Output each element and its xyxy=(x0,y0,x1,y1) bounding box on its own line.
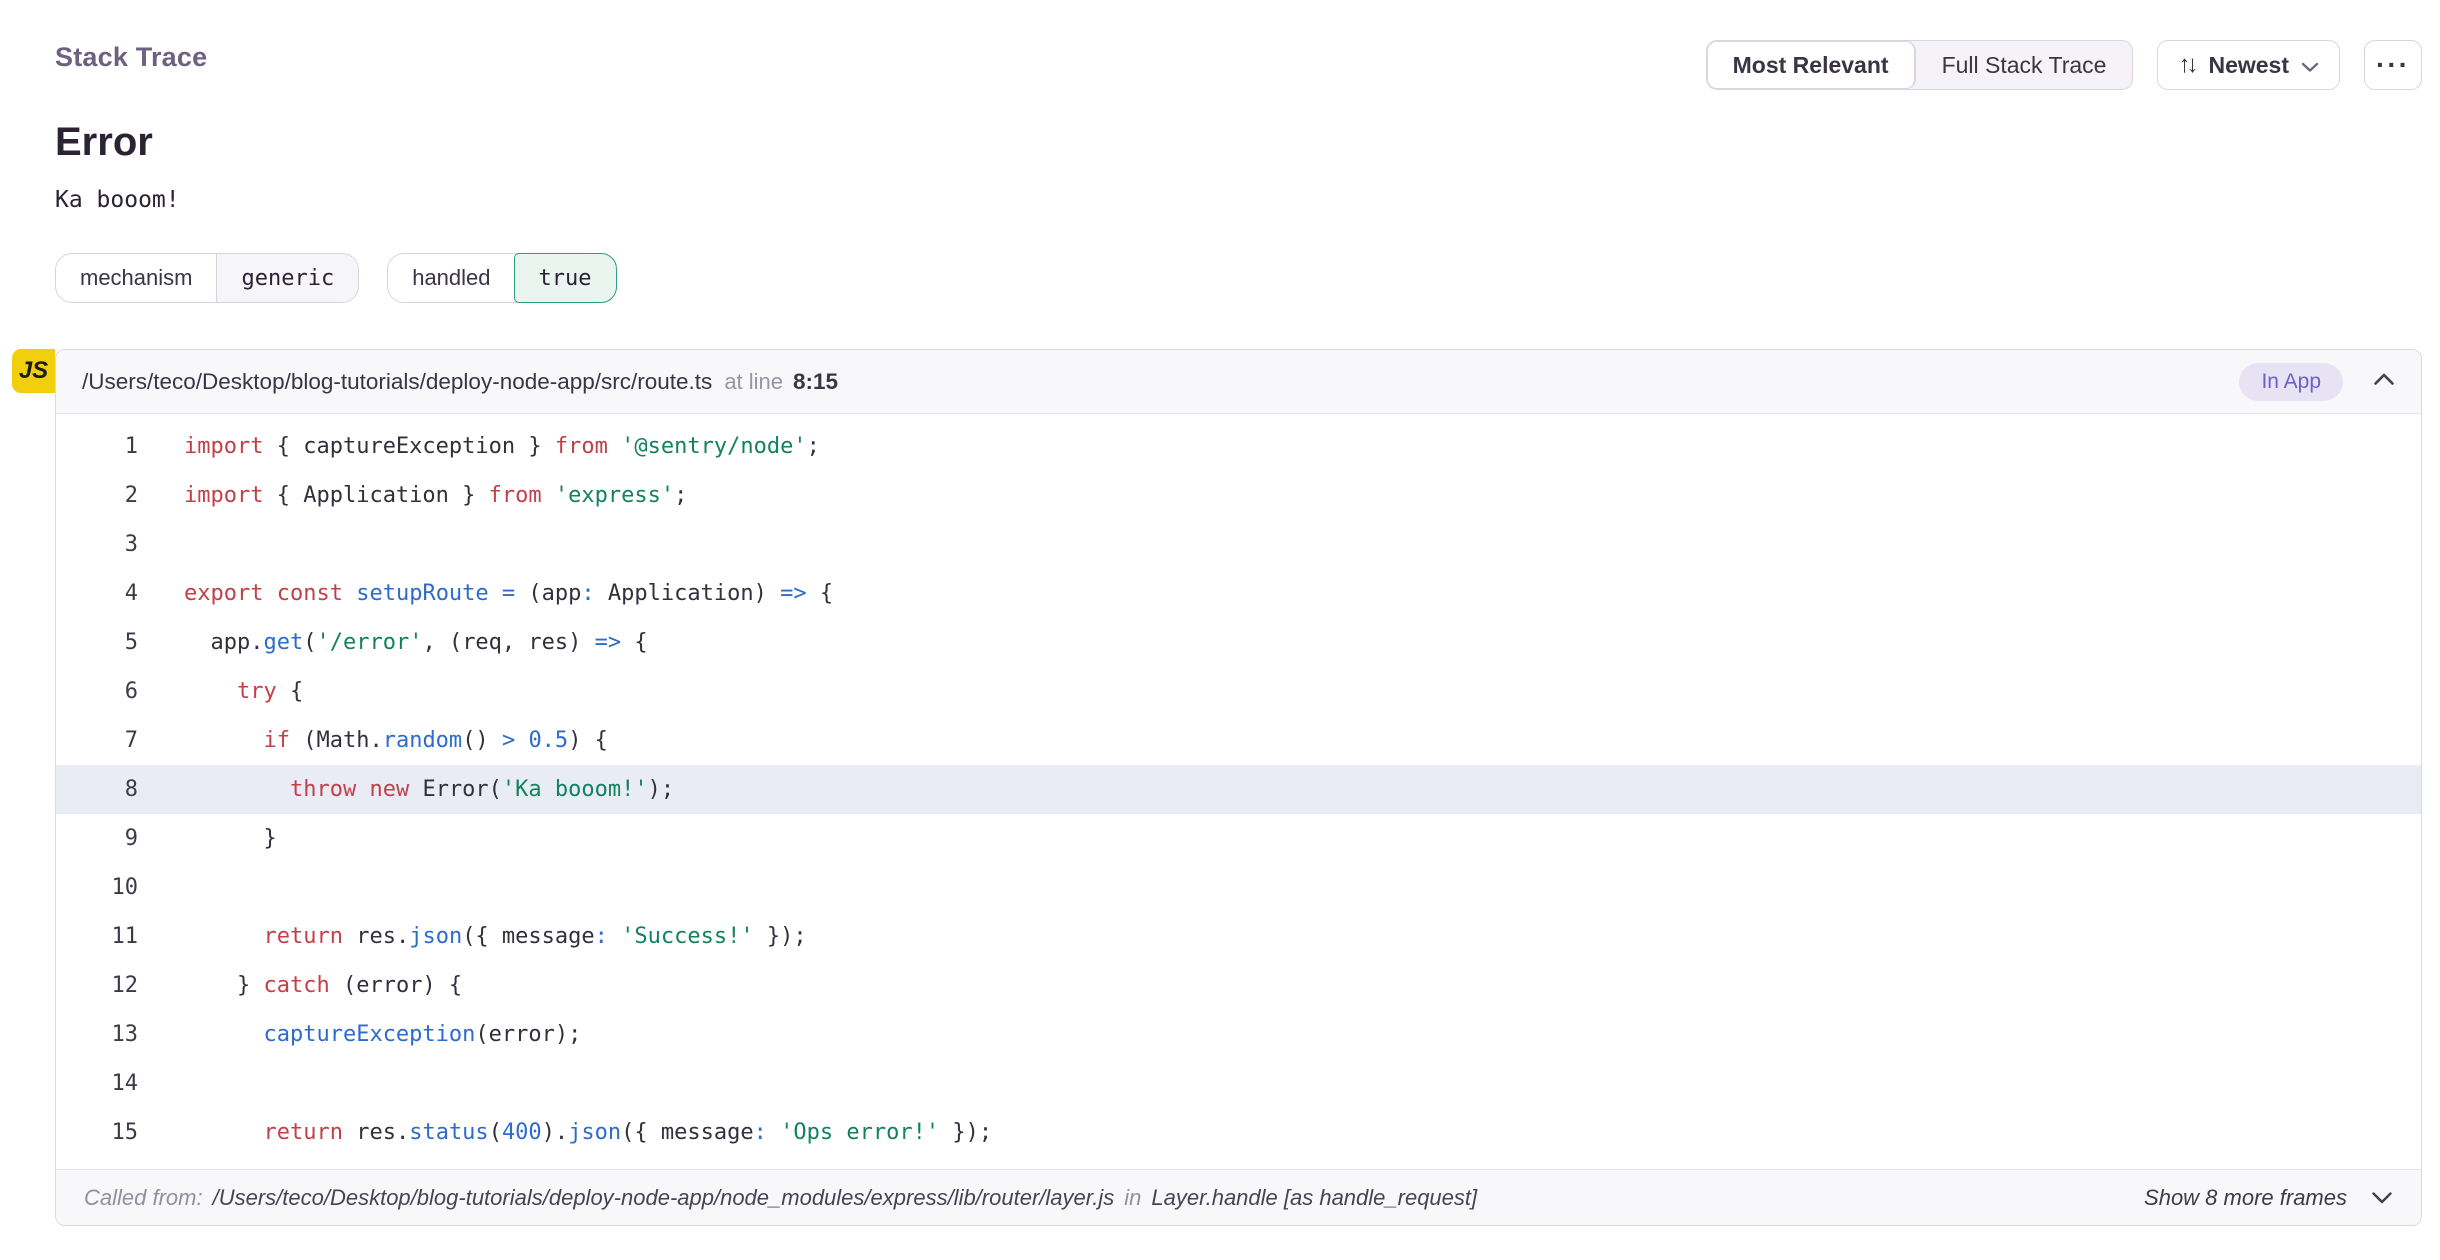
line-number: 1 xyxy=(56,434,138,459)
tag-handled[interactable]: handled true xyxy=(387,253,616,303)
line-number: 9 xyxy=(56,826,138,851)
stack-trace-section: Stack Trace Most Relevant Full Stack Tra… xyxy=(0,0,2440,1226)
code-line-row: 1import { captureException } from '@sent… xyxy=(56,422,2421,471)
code-line: } catch (error) { xyxy=(138,973,462,998)
code-line-row: 13 captureException(error); xyxy=(56,1010,2421,1059)
line-number: 15 xyxy=(56,1120,138,1145)
chevron-down-icon xyxy=(2371,1185,2393,1211)
code-line: import { Application } from 'express'; xyxy=(138,483,687,508)
line-number: 11 xyxy=(56,924,138,949)
stack-frame: JS /Users/teco/Desktop/blog-tutorials/de… xyxy=(55,349,2422,1226)
tab-full-stack-trace[interactable]: Full Stack Trace xyxy=(1916,41,2133,89)
code-line: return res.status(400).json({ message: '… xyxy=(138,1120,992,1145)
frame-panel: /Users/teco/Desktop/blog-tutorials/deplo… xyxy=(55,349,2422,1226)
line-number: 6 xyxy=(56,679,138,704)
line-number: 12 xyxy=(56,973,138,998)
tag-value: generic xyxy=(216,254,358,302)
sort-label: Newest xyxy=(2208,52,2289,79)
code-line: try { xyxy=(138,679,303,704)
show-more-label: Show 8 more frames xyxy=(2144,1185,2347,1211)
code-line: captureException(error); xyxy=(138,1022,581,1047)
tag-key: handled xyxy=(388,254,514,302)
line-number: 7 xyxy=(56,728,138,753)
line-number: 2 xyxy=(56,483,138,508)
tag-list: mechanism generic handled true xyxy=(55,253,2422,303)
sort-dropdown-button[interactable]: ↑↓ Newest xyxy=(2157,40,2340,90)
called-from-label: Called from: xyxy=(84,1185,203,1211)
code-line-row: 3 xyxy=(56,520,2421,569)
code-line: throw new Error('Ka booom!'); xyxy=(138,777,674,802)
caller-file-path: /Users/teco/Desktop/blog-tutorials/deplo… xyxy=(213,1185,1115,1211)
line-number: 13 xyxy=(56,1022,138,1047)
error-type-title: Error xyxy=(55,120,2422,165)
error-message: Ka booom! xyxy=(55,187,2422,213)
stack-trace-controls: Most Relevant Full Stack Trace ↑↓ Newest… xyxy=(1706,24,2422,90)
code-line: } xyxy=(138,826,277,851)
code-line-row: 2import { Application } from 'express'; xyxy=(56,471,2421,520)
tag-key: mechanism xyxy=(56,254,216,302)
code-line-row: 14 xyxy=(56,1059,2421,1108)
in-app-badge: In App xyxy=(2239,363,2343,401)
code-line: import { captureException } from '@sentr… xyxy=(138,434,820,459)
code-line-row: 15 return res.status(400).json({ message… xyxy=(56,1108,2421,1157)
frame-header-right: In App xyxy=(2239,363,2395,401)
section-title: Stack Trace xyxy=(55,42,207,73)
code-line-row: 12 } catch (error) { xyxy=(56,961,2421,1010)
frame-footer: Called from: /Users/teco/Desktop/blog-tu… xyxy=(56,1169,2421,1225)
chevron-up-icon[interactable] xyxy=(2373,372,2395,391)
line-number: 10 xyxy=(56,875,138,900)
frame-line-ref: 8:15 xyxy=(793,369,838,395)
more-options-button[interactable]: ··· xyxy=(2364,40,2422,90)
line-number: 3 xyxy=(56,532,138,557)
code-line: export const setupRoute = (app: Applicat… xyxy=(138,581,833,606)
code-lines: 1import { captureException } from '@sent… xyxy=(56,414,2421,1169)
frame-header[interactable]: /Users/teco/Desktop/blog-tutorials/deplo… xyxy=(56,350,2421,414)
tag-value: true xyxy=(514,253,617,303)
line-number: 4 xyxy=(56,581,138,606)
caller-function-name: Layer.handle [as handle_request] xyxy=(1151,1185,1477,1211)
code-line-row: 7 if (Math.random() > 0.5) { xyxy=(56,716,2421,765)
code-line-row: 5 app.get('/error', (req, res) => { xyxy=(56,618,2421,667)
chevron-down-icon xyxy=(2301,52,2319,79)
line-number: 5 xyxy=(56,630,138,655)
frame-file-path: /Users/teco/Desktop/blog-tutorials/deplo… xyxy=(82,369,712,395)
tag-mechanism[interactable]: mechanism generic xyxy=(55,253,359,303)
code-line-row: 9 } xyxy=(56,814,2421,863)
code-line-row: 11 return res.json({ message: 'Success!'… xyxy=(56,912,2421,961)
code-line-row: 4export const setupRoute = (app: Applica… xyxy=(56,569,2421,618)
code-line-row: 8 throw new Error('Ka booom!'); xyxy=(56,765,2421,814)
code-line-row: 6 try { xyxy=(56,667,2421,716)
at-line-label: at line xyxy=(724,369,783,395)
line-number: 14 xyxy=(56,1071,138,1096)
code-line: if (Math.random() > 0.5) { xyxy=(138,728,608,753)
javascript-platform-badge: JS xyxy=(12,349,55,393)
line-number: 8 xyxy=(56,777,138,802)
in-label: in xyxy=(1124,1185,1141,1211)
section-header-row: Stack Trace Most Relevant Full Stack Tra… xyxy=(55,38,2422,90)
code-line-row: 10 xyxy=(56,863,2421,912)
sort-arrows-icon: ↑↓ xyxy=(2178,51,2194,79)
tab-most-relevant[interactable]: Most Relevant xyxy=(1707,41,1916,89)
display-mode-segmented-control: Most Relevant Full Stack Trace xyxy=(1706,40,2134,90)
code-line: app.get('/error', (req, res) => { xyxy=(138,630,648,655)
code-line: return res.json({ message: 'Success!' })… xyxy=(138,924,807,949)
show-more-frames-button[interactable]: Show 8 more frames xyxy=(2144,1185,2393,1211)
